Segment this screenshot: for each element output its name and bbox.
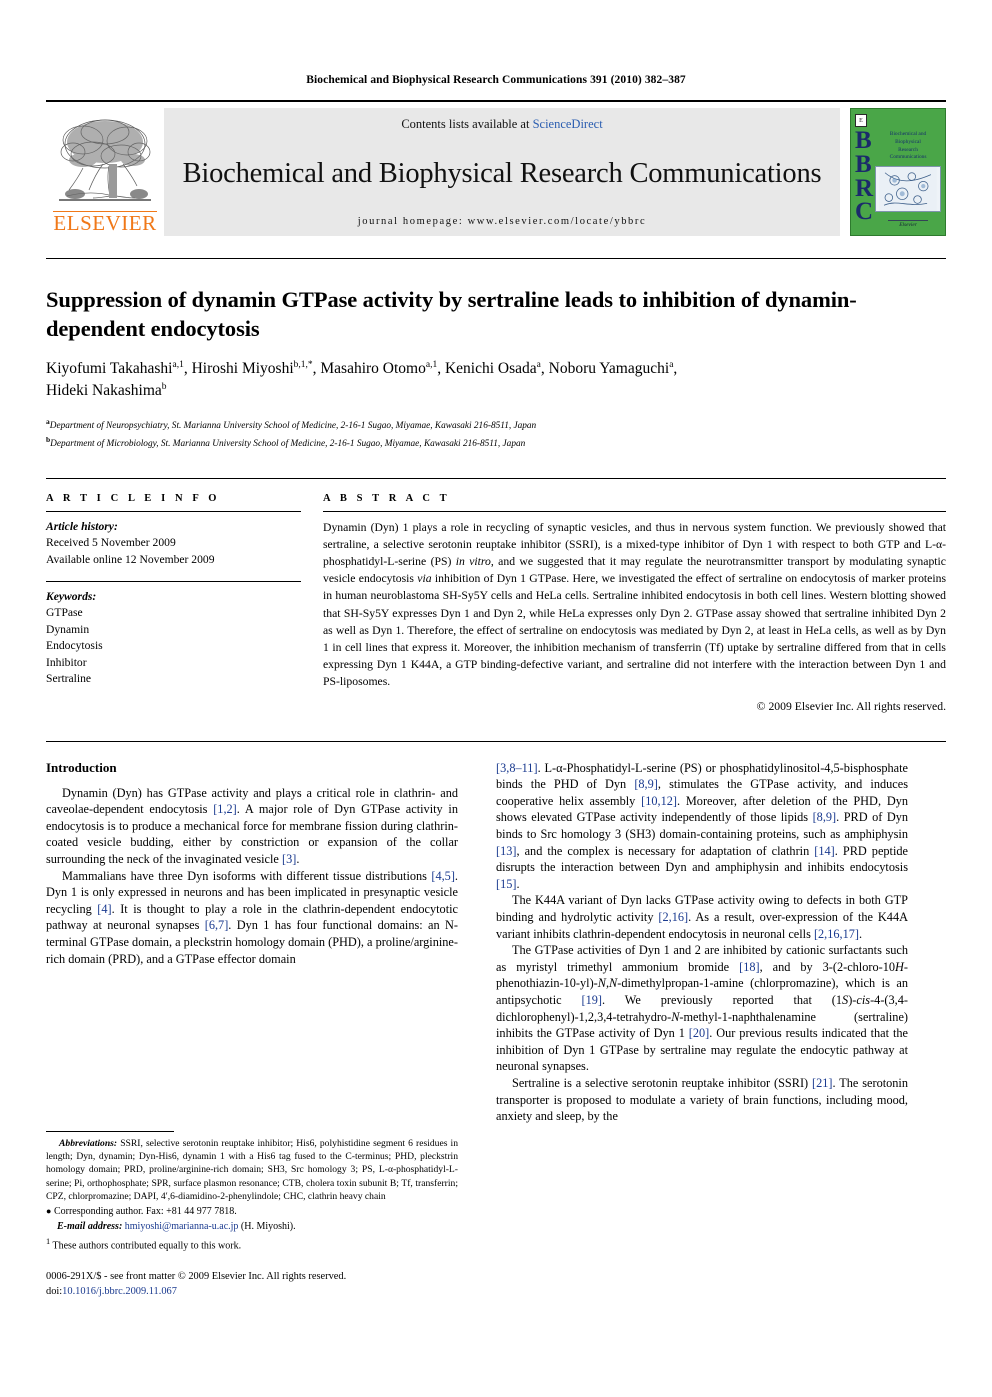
footnotes-block: Abbreviations: SSRI, selective serotonin… bbox=[46, 1131, 458, 1299]
equal-contribution-footnote: 1 These authors contributed equally to t… bbox=[46, 1236, 458, 1254]
doi-link[interactable]: 10.1016/j.bbrc.2009.11.067 bbox=[62, 1286, 177, 1297]
title-divider bbox=[46, 258, 946, 259]
footnote-divider bbox=[46, 1131, 174, 1132]
keywords-rule bbox=[46, 581, 301, 583]
info-abstract-row: A R T I C L E I N F O Article history: R… bbox=[46, 493, 946, 713]
keyword-item: Sertraline bbox=[46, 672, 92, 686]
keywords-block: Keywords: GTPase Dynamin Endocytosis Inh… bbox=[46, 589, 301, 688]
bbrc-letters: BBRC bbox=[855, 127, 873, 226]
journal-article-page: Biochemical and Biophysical Research Com… bbox=[0, 74, 992, 1397]
affiliation-item: aDepartment of Neuropsychiatry, St. Mari… bbox=[46, 416, 946, 434]
author-name: Masahiro Otomo bbox=[320, 359, 426, 377]
bbrc-cover-title: Biochemical and Biophysical Research Com… bbox=[875, 131, 941, 162]
doi-line: doi:10.1016/j.bbrc.2009.11.067 bbox=[46, 1285, 458, 1300]
author-name: Noboru Yamaguchi bbox=[548, 359, 670, 377]
article-info-column: A R T I C L E I N F O Article history: R… bbox=[46, 493, 301, 713]
abstract-copyright: © 2009 Elsevier Inc. All rights reserved… bbox=[756, 699, 946, 713]
abstract-rule bbox=[323, 510, 946, 512]
author-sup: a,1 bbox=[172, 359, 184, 370]
contents-prefix: Contents lists available at bbox=[401, 117, 533, 131]
paragraph: Dynamin (Dyn) has GTPase activity and pl… bbox=[46, 785, 458, 867]
author-sup: b bbox=[161, 381, 167, 392]
elsevier-tree-icon bbox=[59, 119, 151, 201]
bbrc-title-line-1: Biochemical and bbox=[889, 131, 927, 137]
author-name: Kenichi Osada bbox=[444, 359, 537, 377]
history-item: Available online 12 November 2009 bbox=[46, 552, 215, 566]
section-heading-introduction: Introduction bbox=[46, 759, 117, 775]
journal-homepage-line[interactable]: journal homepage: www.elsevier.com/locat… bbox=[358, 216, 647, 227]
masthead-center-band: Contents lists available at ScienceDirec… bbox=[164, 108, 840, 236]
abstract-heading: A B S T R A C T bbox=[323, 492, 451, 504]
author-sup: a bbox=[536, 359, 541, 370]
paragraph: Sertraline is a selective serotonin reup… bbox=[496, 1075, 908, 1124]
bbrc-cover-publisher: Elsevier bbox=[875, 220, 941, 230]
article-history: Article history: Received 5 November 200… bbox=[46, 519, 301, 568]
affiliation-text: Department of Microbiology, St. Marianna… bbox=[50, 438, 526, 449]
bbrc-cover-artwork bbox=[875, 166, 941, 213]
sciencedirect-link[interactable]: ScienceDirect bbox=[533, 117, 603, 131]
equal-contribution-text: These authors contributed equally to thi… bbox=[52, 1240, 242, 1252]
paragraph: The GTPase activities of Dyn 1 and 2 are… bbox=[496, 943, 908, 1074]
bbrc-cover-top: E bbox=[855, 114, 941, 127]
corresponding-author-text: Corresponding author. Fax: +81 44 977 78… bbox=[53, 1206, 237, 1218]
page-title: Suppression of dynamin GTPase activity b… bbox=[46, 287, 857, 341]
bbrc-publisher-name: Elsevier bbox=[899, 222, 917, 228]
corresponding-author-footnote: ● Corresponding author. Fax: +81 44 977 … bbox=[46, 1205, 458, 1234]
imprint-block: 0006-291X/$ - see front matter © 2009 El… bbox=[46, 1270, 458, 1299]
bbrc-title-line-4: Communications bbox=[889, 154, 927, 161]
body-right-column: [3,8–11]. L-α-Phosphatidyl-L-serine (PS)… bbox=[496, 760, 908, 1125]
elsevier-logo: ELSEVIER bbox=[46, 108, 164, 236]
body-divider bbox=[46, 740, 946, 742]
abbreviations-footnote: Abbreviations: SSRI, selective serotonin… bbox=[46, 1137, 458, 1203]
body-left-column: Introduction Dynamin (Dyn) has GTPase ac… bbox=[46, 760, 458, 1125]
email-link[interactable]: hmiyoshi@marianna-u.ac.jp bbox=[125, 1221, 239, 1232]
doi-label: doi: bbox=[46, 1285, 63, 1297]
journal-masthead: ELSEVIER Contents lists available at Sci… bbox=[46, 100, 946, 236]
affiliation-text: Department of Neuropsychiatry, St. Maria… bbox=[49, 420, 537, 431]
body-columns: Introduction Dynamin (Dyn) has GTPase ac… bbox=[46, 760, 946, 1125]
email-label: E-mail address: bbox=[57, 1220, 123, 1232]
author-list: Kiyofumi Takahashia,1, Hiroshi Miyoshib,… bbox=[46, 359, 678, 399]
author-sup: b,1,* bbox=[293, 359, 313, 370]
contents-available-line: Contents lists available at ScienceDirec… bbox=[401, 117, 602, 132]
article-info-heading: A R T I C L E I N F O bbox=[46, 492, 221, 504]
asterisk-icon: ● bbox=[46, 1206, 52, 1217]
author-sup: a,1 bbox=[425, 359, 438, 370]
author-name: Kiyofumi Takahashi bbox=[46, 359, 173, 377]
keyword-item: Endocytosis bbox=[46, 639, 103, 653]
abbreviations-label: Abbreviations: bbox=[59, 1138, 118, 1149]
paragraph: The K44A variant of Dyn lacks GTPase act… bbox=[496, 893, 908, 941]
author-sup: a bbox=[669, 359, 674, 370]
abstract-column: A B S T R A C T Dynamin (Dyn) 1 plays a … bbox=[323, 493, 946, 713]
paragraph: Mammalians have three Dyn isoforms with … bbox=[46, 868, 458, 966]
article-history-label: Article history: bbox=[46, 519, 118, 533]
keyword-item: Dynamin bbox=[46, 622, 90, 636]
article-info-rule bbox=[46, 510, 301, 512]
history-item: Received 5 November 2009 bbox=[46, 536, 176, 550]
keyword-item: Inhibitor bbox=[46, 655, 87, 669]
footnote-mark: 1 bbox=[46, 1237, 51, 1247]
info-divider bbox=[46, 477, 946, 479]
keyword-item: GTPase bbox=[46, 606, 83, 620]
author-name: Hideki Nakashima bbox=[46, 381, 162, 399]
bbrc-cover-right: Biochemical and Biophysical Research Com… bbox=[872, 127, 941, 230]
keywords-label: Keywords: bbox=[46, 590, 97, 604]
imprint-line: 0006-291X/$ - see front matter © 2009 El… bbox=[46, 1271, 347, 1282]
abstract-text: Dynamin (Dyn) 1 plays a role in recyclin… bbox=[323, 520, 946, 689]
elsevier-wordmark: ELSEVIER bbox=[53, 211, 157, 235]
elsevier-mark-icon: E bbox=[855, 114, 867, 127]
running-head: Biochemical and Biophysical Research Com… bbox=[306, 74, 686, 86]
bbrc-cover-body: BBRC Biochemical and Biophysical Researc… bbox=[855, 127, 941, 230]
bbrc-cover-thumbnail: E BBRC Biochemical and Biophysical Resea… bbox=[850, 108, 946, 236]
bbrc-title-line-3: Research bbox=[898, 146, 918, 153]
bbrc-title-line-2: Biophysical bbox=[895, 138, 921, 145]
affiliation-item: bDepartment of Microbiology, St. Mariann… bbox=[46, 434, 946, 452]
journal-title: Biochemical and Biophysical Research Com… bbox=[182, 158, 822, 189]
cover-micrograph-icon bbox=[879, 167, 937, 212]
paragraph: [3,8–11]. L-α-Phosphatidyl-L-serine (PS)… bbox=[496, 760, 909, 891]
affiliation-list: aDepartment of Neuropsychiatry, St. Mari… bbox=[46, 416, 946, 452]
email-suffix: (H. Miyoshi). bbox=[238, 1220, 296, 1232]
author-name: Hiroshi Miyoshi bbox=[191, 359, 294, 377]
